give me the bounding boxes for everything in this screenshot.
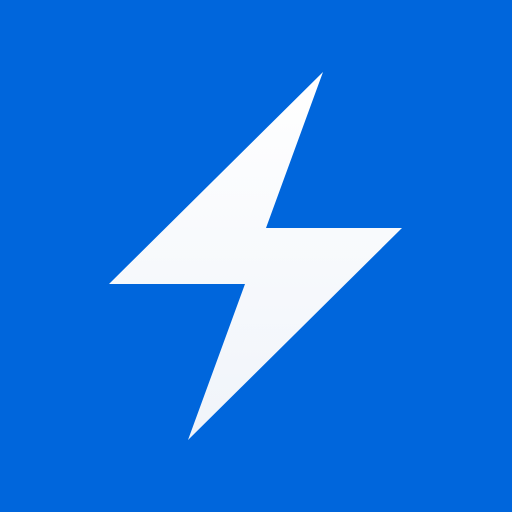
app-icon (0, 0, 512, 512)
app-icon-graphic (0, 0, 512, 512)
